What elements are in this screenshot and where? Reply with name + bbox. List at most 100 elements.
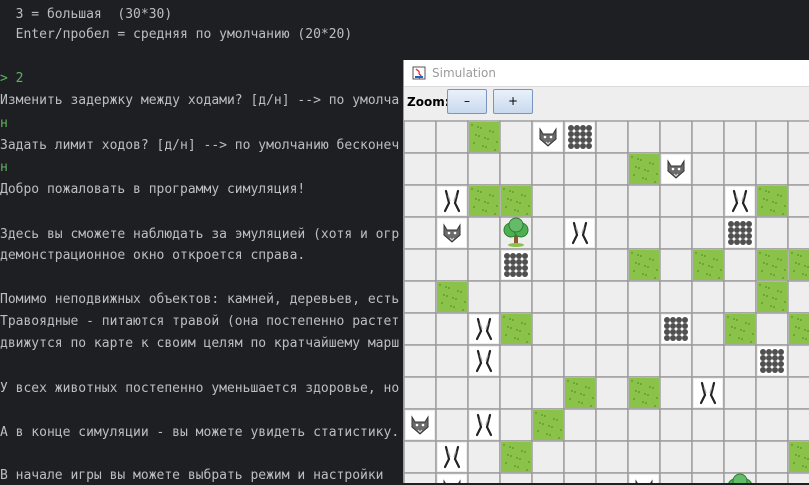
grid-cell — [404, 472, 437, 483]
grid-cell — [404, 184, 437, 218]
grass-texture — [496, 205, 498, 207]
grid-cell — [595, 344, 629, 378]
grass-texture — [644, 265, 646, 267]
grass-texture — [777, 194, 779, 196]
window-titlebar[interactable]: Simulation — [404, 60, 809, 87]
grid-cell — [755, 408, 789, 442]
grass-texture — [526, 213, 528, 215]
grass-texture — [729, 334, 731, 336]
grid-cell — [691, 152, 725, 186]
grass-texture — [521, 322, 523, 324]
grid-cell — [595, 248, 629, 282]
grid-cell — [531, 280, 565, 314]
console-line: Enter/пробел = средняя по умолчанию (20*… — [0, 27, 353, 42]
zoom-out-button[interactable]: – — [447, 89, 487, 114]
grass-texture — [487, 202, 489, 204]
grass-texture — [695, 252, 697, 254]
grid-cell — [755, 472, 789, 483]
grass-texture — [503, 444, 505, 446]
grass-texture — [576, 383, 578, 385]
grass-texture — [507, 454, 509, 456]
grass-texture — [768, 255, 770, 257]
grass-texture — [535, 412, 537, 414]
grass-texture — [708, 265, 710, 267]
grass-texture — [443, 294, 445, 296]
grass-texture — [519, 202, 521, 204]
grass-texture — [766, 295, 768, 297]
simulation-window[interactable]: Simulation Zoom: – + — [403, 60, 809, 483]
grid-cell — [787, 216, 809, 250]
grass-texture — [652, 259, 654, 261]
grid-cell — [467, 472, 501, 483]
grass-texture — [471, 124, 473, 126]
grass-texture — [699, 262, 701, 264]
grass-texture — [514, 465, 516, 467]
grid-cell — [627, 120, 661, 154]
grass-texture — [740, 329, 742, 331]
grid-cell — [723, 408, 757, 442]
grass-texture — [439, 284, 441, 286]
grid-cell — [691, 184, 725, 218]
grass-texture — [453, 306, 455, 308]
grid-cell — [627, 312, 661, 346]
grass-texture — [503, 316, 505, 318]
grid-cell — [435, 152, 469, 186]
grass-texture — [775, 202, 777, 204]
grass-texture — [580, 393, 582, 395]
wolf-icon — [630, 475, 658, 483]
grass-texture — [510, 327, 512, 329]
grass-texture — [452, 297, 454, 299]
grass-texture — [802, 337, 804, 339]
rock-icon — [758, 347, 786, 375]
grid-cell — [595, 408, 629, 442]
grid-cell — [627, 280, 661, 314]
grass-texture — [549, 434, 551, 436]
wolf-icon — [438, 219, 466, 247]
grass-texture — [492, 195, 494, 197]
rock-icon — [502, 251, 530, 279]
grass-texture — [727, 316, 729, 318]
grid-cell — [755, 216, 789, 250]
grass-texture — [765, 286, 767, 288]
grass-texture — [656, 173, 658, 175]
grid-cell — [467, 440, 501, 474]
grass-texture — [805, 466, 807, 468]
grass-texture — [798, 263, 800, 265]
grid-cell — [435, 408, 469, 442]
grass-texture — [558, 437, 560, 439]
grass-texture — [512, 447, 514, 449]
grid-cell — [531, 344, 565, 378]
grass-texture — [560, 429, 562, 431]
zoom-in-button[interactable]: + — [493, 89, 533, 114]
grass-texture — [773, 210, 775, 212]
grid-cell — [499, 408, 533, 442]
grass-texture — [713, 258, 715, 260]
grass-texture — [571, 390, 573, 392]
grid-cell — [499, 280, 533, 314]
grid-cell — [595, 440, 629, 474]
grass-texture — [761, 302, 763, 304]
grid-cell — [435, 376, 469, 410]
console-line: У всех животных постепенно уменьшается з… — [0, 381, 400, 396]
grid-cell — [723, 344, 757, 378]
grid-cell — [499, 472, 533, 483]
grid-cell — [563, 408, 597, 442]
grass-texture — [782, 213, 784, 215]
grass-texture — [537, 430, 539, 432]
grid-cell — [531, 472, 565, 483]
java-app-icon — [412, 66, 426, 80]
grass-texture — [524, 451, 526, 453]
grass-texture — [482, 209, 484, 211]
grass-texture — [485, 146, 487, 148]
grass-texture — [521, 194, 523, 196]
grass-texture — [763, 198, 765, 200]
grass-texture — [759, 284, 761, 286]
grass-texture — [631, 380, 633, 382]
grid-cell — [659, 408, 693, 442]
grass-texture — [573, 382, 575, 384]
grid-cell — [531, 440, 565, 474]
grass-texture — [743, 330, 745, 332]
grass-texture — [647, 170, 649, 172]
grass-texture — [750, 341, 752, 343]
grass-texture — [733, 318, 735, 320]
